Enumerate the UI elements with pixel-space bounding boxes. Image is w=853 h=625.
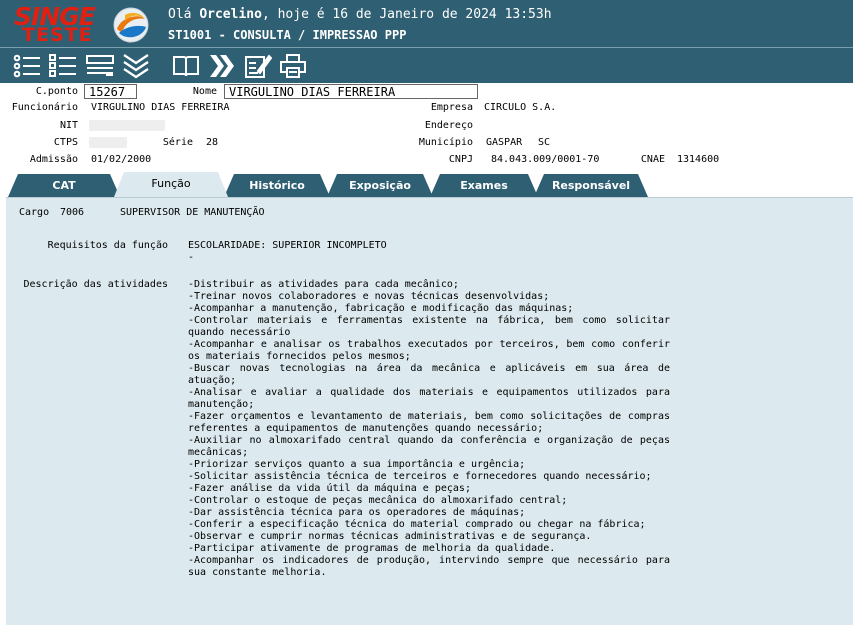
activity-item: -Auxiliar no almoxarifado central quando… [188,435,670,458]
serie-value: 28 [206,137,219,148]
municipio-label: Município [418,137,473,148]
greeting-text: Olá Orcelino, hoje é 16 de Janeiro de 20… [168,7,552,23]
endereco-label: Endereço [424,120,473,131]
activity-item: -Participar ativamente de programas de m… [188,543,556,554]
cnpj-value: 84.043.009/0001-70 [491,154,600,165]
activity-item: -Fazer análise da vida útil da máquina e… [188,483,471,494]
activity-item: -Acompanhar a manutenção, fabricação e m… [188,303,574,314]
edit-icon[interactable] [244,53,272,79]
next-icon[interactable] [208,53,236,79]
activity-item: -Treinar novos colaboradores e novas téc… [188,291,550,302]
list-check-icon[interactable] [49,53,77,79]
cnae-label: CNAE [640,154,665,165]
serie-label: Série [162,137,193,148]
globe-logo-icon [113,7,149,43]
tab-exames[interactable]: Exames [430,174,538,197]
descricao-label: Descrição das atividades [23,279,169,290]
nome-label: Nome [192,86,217,97]
requisitos-label: Requisitos da função [47,240,168,251]
funcionario-value: VIRGULINO DIAS FERREIRA [91,102,230,113]
app-header: SINGE TESTE Olá Orcelino, hoje é 16 de J… [0,0,853,47]
app-logo: SINGE TESTE [8,3,112,46]
collapse-icon[interactable] [122,53,150,79]
nome-input[interactable]: VIRGULINO DIAS FERREIRA [224,84,478,99]
list-icon[interactable] [13,53,41,79]
activity-item: -Acompanhar e analisar os trabalhos exec… [188,339,670,362]
tab-responsavel[interactable]: Responsável [534,174,648,197]
activity-item: -Controlar o estoque de peças mecânica d… [188,495,568,506]
logo-bottom-text: TESTE [22,24,93,46]
activity-item: -Acompanhar os indicadores de produção, … [188,555,670,578]
cponto-input[interactable]: 15267 [84,84,137,99]
activity-item: -Observar e cumprir normas técnicas admi… [188,531,592,542]
user-name: Orcelino [199,7,262,22]
admissao-value: 01/02/2000 [91,154,152,165]
uf-value: SC [538,137,551,148]
cnae-value: 1314600 [677,154,720,165]
activity-item: -Distribuir as atividades para cada mecâ… [188,279,459,290]
cargo-code: 7006 [60,207,85,218]
funcao-panel: Cargo 7006 SUPERVISOR DE MANUTENÇÃO Requ… [6,197,853,625]
print-icon[interactable] [279,53,307,79]
tab-exposicao[interactable]: Exposição [327,174,433,197]
requisitos-line-1: ESCOLARIDADE: SUPERIOR INCOMPLETO [188,240,387,251]
activity-item: -Fazer orçamentos e levantamento de mate… [188,411,670,434]
screen-title: ST1001 - CONSULTA / IMPRESSAO PPP [168,28,407,42]
activity-item: -Priorizar serviços quanto a sua importâ… [188,459,526,470]
municipio-value: GASPAR [486,137,523,148]
cnpj-label: CNPJ [448,154,473,165]
cargo-name: SUPERVISOR DE MANUTENÇÃO [120,207,265,218]
tab-bar: CAT Exposição Histórico Responsável Exam… [0,172,853,197]
activity-item: -Buscar novas tecnologias na área da mec… [188,363,670,386]
empresa-label: Empresa [430,102,473,113]
book-icon[interactable] [172,53,200,79]
activity-item: -Conferir a especificação técnica do mat… [188,519,646,530]
activities-list: -Distribuir as atividades para cada mecâ… [188,279,670,579]
form-icon[interactable] [86,53,114,79]
toolbar [0,47,853,83]
nit-label: NIT [59,120,78,131]
funcionario-label: Funcionário [11,102,78,113]
tab-funcao[interactable]: Função [114,172,228,197]
greeting-suffix: , hoje é 16 de Janeiro de 2024 13:53h [261,7,552,22]
tab-cat[interactable]: CAT [8,174,120,197]
tab-historico[interactable]: Histórico [224,174,330,197]
ctps-label: CTPS [53,137,78,148]
ctps-value-redacted [89,137,127,148]
greeting-prefix: Olá [168,7,200,22]
empresa-value: CIRCULO S.A. [484,102,557,113]
cargo-label: Cargo [19,207,50,218]
activity-item: -Solicitar assistência técnica de tercei… [188,471,652,482]
activity-item: -Controlar materiais e ferramentas exist… [188,315,670,338]
cponto-label: C.ponto [35,86,78,97]
nit-value-redacted [89,120,165,131]
admissao-label: Admissão [29,154,78,165]
activity-item: -Dar assistência técnica para os operado… [188,507,526,518]
activity-item: -Analisar e avaliar a qualidade dos mate… [188,387,670,410]
requisitos-line-2: - [188,252,195,263]
